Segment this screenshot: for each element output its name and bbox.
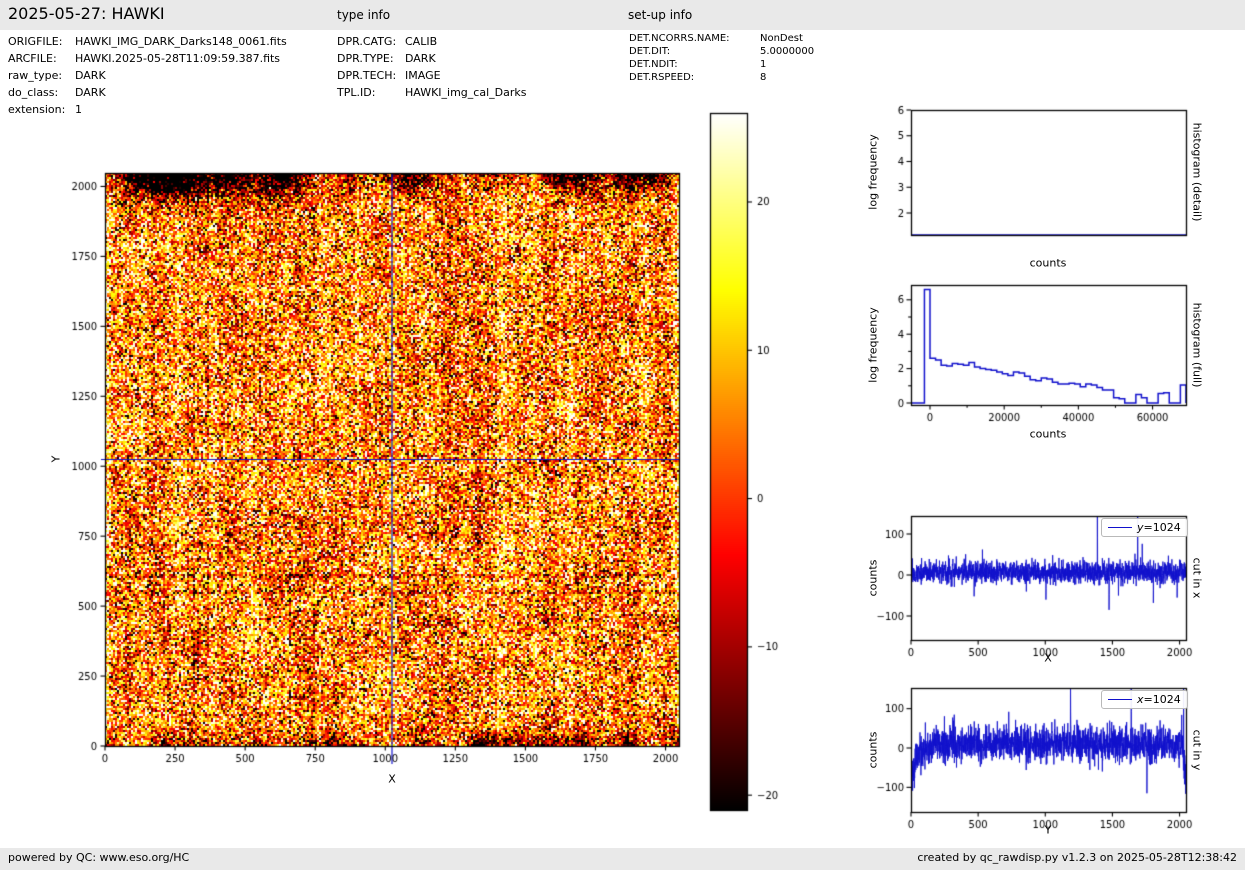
hist-detail-ylabel: log frequency: [867, 134, 880, 209]
field-value: DARK: [75, 69, 106, 82]
field-value: 1: [760, 59, 766, 70]
field-label: extension:: [8, 103, 65, 116]
footer-bar: powered by QC: www.eso.org/HC created by…: [0, 848, 1245, 870]
qc-report-page: 2025-05-27: HAWKI type info set-up info …: [0, 0, 1245, 870]
field-label: DPR.TYPE:: [337, 52, 394, 65]
field-value: HAWKI.2025-05-28T11:09:59.387.fits: [75, 52, 280, 65]
field-label: DPR.CATG:: [337, 35, 396, 48]
field-value: IMAGE: [405, 69, 441, 82]
hist-detail-side-label: histogram (detail): [1191, 123, 1204, 222]
field-value: HAWKI_img_cal_Darks: [405, 86, 526, 99]
page-title: 2025-05-27: HAWKI: [8, 4, 165, 23]
field-label: ARCFILE:: [8, 52, 57, 65]
header-bar: [0, 0, 1245, 30]
field-label: DET.RSPEED:: [629, 72, 694, 83]
field-label: DET.DIT:: [629, 46, 670, 57]
hist-full-ylabel: log frequency: [867, 307, 880, 382]
hist-full-side-label: histogram (full): [1191, 303, 1204, 388]
field-value: 8: [760, 72, 766, 83]
cut-x-ylabel: counts: [867, 560, 880, 597]
type-info-header: type info: [337, 8, 390, 22]
legend-line-sample: [1108, 699, 1132, 700]
field-label: do_class:: [8, 86, 58, 99]
field-label: raw_type:: [8, 69, 62, 82]
legend-label: y=1024: [1137, 521, 1181, 534]
footer-left: powered by QC: www.eso.org/HC: [8, 851, 189, 864]
main-xaxis-label: X: [388, 773, 396, 786]
footer-right: created by qc_rawdisp.py v1.2.3 on 2025-…: [917, 851, 1237, 864]
field-value: 1: [75, 103, 82, 116]
cut-x-legend: y=1024: [1101, 518, 1188, 537]
field-label: DET.NCORRS.NAME:: [629, 33, 730, 44]
field-value: HAWKI_IMG_DARK_Darks148_0061.fits: [75, 35, 287, 48]
legend-label: x=1024: [1137, 693, 1181, 706]
hist-full-xlabel: counts: [1030, 428, 1067, 441]
cut-x-side-label: cut in x: [1191, 558, 1204, 599]
field-value: DARK: [75, 86, 106, 99]
cut-y-legend: x=1024: [1101, 690, 1188, 709]
field-value: 5.0000000: [760, 46, 814, 57]
main-yaxis-label: Y: [50, 456, 63, 463]
field-value: NonDest: [760, 33, 803, 44]
legend-line-sample: [1108, 527, 1132, 528]
field-value: CALIB: [405, 35, 437, 48]
field-label: DPR.TECH:: [337, 69, 396, 82]
cut-y-ylabel: counts: [867, 732, 880, 769]
cut-y-xlabel: Y: [1045, 824, 1052, 837]
field-value: DARK: [405, 52, 436, 65]
cut-x-xlabel: X: [1044, 652, 1052, 665]
setup-info-header: set-up info: [628, 8, 692, 22]
hist-detail-xlabel: counts: [1030, 257, 1067, 270]
field-label: TPL.ID:: [337, 86, 375, 99]
field-label: ORIGFILE:: [8, 35, 62, 48]
field-label: DET.NDIT:: [629, 59, 678, 70]
cut-y-side-label: cut in y: [1191, 730, 1204, 771]
